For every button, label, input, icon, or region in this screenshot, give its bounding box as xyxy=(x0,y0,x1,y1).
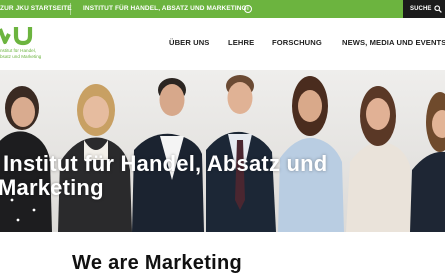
logo-text-line-2: bsatz und Marketing xyxy=(0,53,42,59)
info-icon[interactable]: i xyxy=(244,5,252,13)
nav-item-forschung[interactable]: FORSCHUNG xyxy=(272,38,322,47)
nav-item-ueber-uns[interactable]: ÜBER UNS xyxy=(169,38,209,47)
nav-item-news-media-events[interactable]: NEWS, MEDIA UND EVENTS xyxy=(342,38,445,47)
top-bar: ZUR JKU STARTSEITE INSTITUT FÜR HANDEL, … xyxy=(0,0,445,18)
search-icon xyxy=(434,5,442,13)
hero-banner: Institut für Handel, Absatz und Marketin… xyxy=(0,70,445,232)
institute-name-link[interactable]: INSTITUT FÜR HANDEL, ABSATZ UND MARKETIN… xyxy=(83,0,247,18)
hero-title-line-2: Marketing xyxy=(0,175,104,200)
logo-mark-icon xyxy=(0,27,33,46)
search-button[interactable]: SUCHE xyxy=(403,0,445,18)
site-header: nstitut für Handel, bsatz und Marketing … xyxy=(0,18,445,70)
logo-text-line-1: nstitut für Handel, xyxy=(0,48,37,53)
hero-title: Institut für Handel, Absatz und Marketin… xyxy=(0,151,328,200)
topbar-divider xyxy=(70,3,71,15)
search-label: SUCHE xyxy=(410,6,432,12)
hero-title-line-1: Institut für Handel, Absatz und xyxy=(3,151,328,176)
section-title: We are Marketing xyxy=(72,252,243,274)
logo-text: nstitut für Handel, bsatz und Marketing xyxy=(0,48,41,59)
jku-home-link[interactable]: ZUR JKU STARTSEITE xyxy=(0,0,72,18)
nav-item-lehre[interactable]: LEHRE xyxy=(228,38,254,47)
